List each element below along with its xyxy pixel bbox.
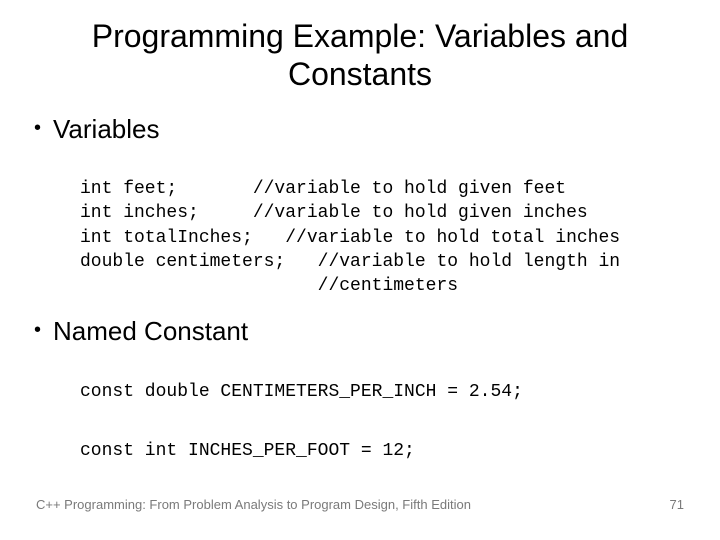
code-line: //centimeters	[80, 276, 458, 296]
bullet-dot-icon: •	[34, 316, 41, 344]
footer-book-title: C++ Programming: From Problem Analysis t…	[36, 497, 471, 512]
code-line: int totalInches; //variable to hold tota…	[80, 228, 620, 248]
slide: Programming Example: Variables and Const…	[0, 0, 720, 540]
bullet-variables: • Variables	[40, 114, 680, 145]
footer-page-number: 71	[670, 497, 684, 512]
code-block-variables: int feet; //variable to hold given feet …	[80, 153, 680, 299]
code-line: const int INCHES_PER_FOOT = 12;	[80, 441, 415, 461]
code-block-constants: const double CENTIMETERS_PER_INCH = 2.54…	[80, 356, 680, 463]
slide-title: Programming Example: Variables and Const…	[40, 18, 680, 94]
bullet-label-variables: Variables	[53, 114, 159, 145]
code-line: double centimeters; //variable to hold l…	[80, 252, 620, 272]
bullet-constants: • Named Constant	[40, 316, 680, 347]
bullet-dot-icon: •	[34, 114, 41, 142]
code-line: int inches; //variable to hold given inc…	[80, 203, 588, 223]
code-line: int feet; //variable to hold given feet	[80, 179, 566, 199]
code-line: const double CENTIMETERS_PER_INCH = 2.54…	[80, 382, 523, 402]
bullet-label-constants: Named Constant	[53, 316, 248, 347]
